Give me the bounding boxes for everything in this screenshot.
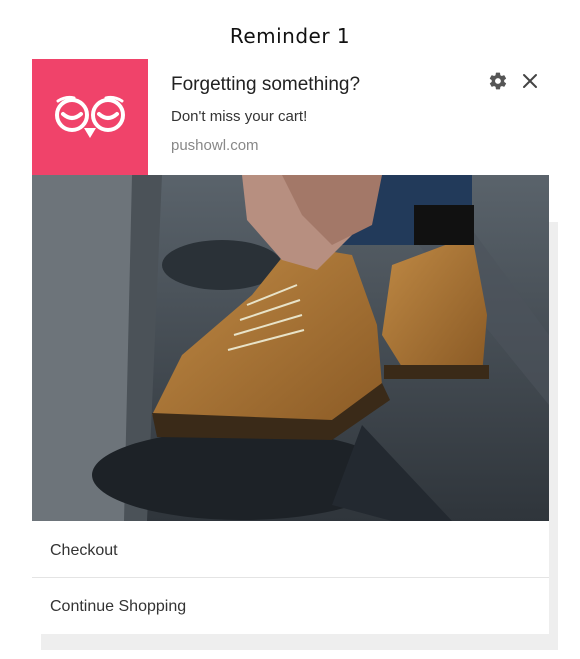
continue-shopping-button[interactable]: Continue Shopping (32, 579, 549, 634)
notification-image[interactable] (32, 175, 549, 521)
checkout-button[interactable]: Checkout (32, 523, 549, 578)
notification-domain: pushowl.com (171, 137, 259, 154)
notification-header: Forgetting something? Don't miss your ca… (32, 59, 549, 175)
reminder-heading: Reminder 1 (229, 24, 351, 48)
gear-icon[interactable] (488, 71, 508, 91)
notification-body: Don't miss your cart! (171, 108, 308, 125)
push-notification[interactable]: Forgetting something? Don't miss your ca… (32, 59, 549, 634)
close-icon[interactable] (520, 71, 540, 91)
notification-title: Forgetting something? (171, 74, 361, 95)
owl-logo-icon (32, 59, 148, 175)
